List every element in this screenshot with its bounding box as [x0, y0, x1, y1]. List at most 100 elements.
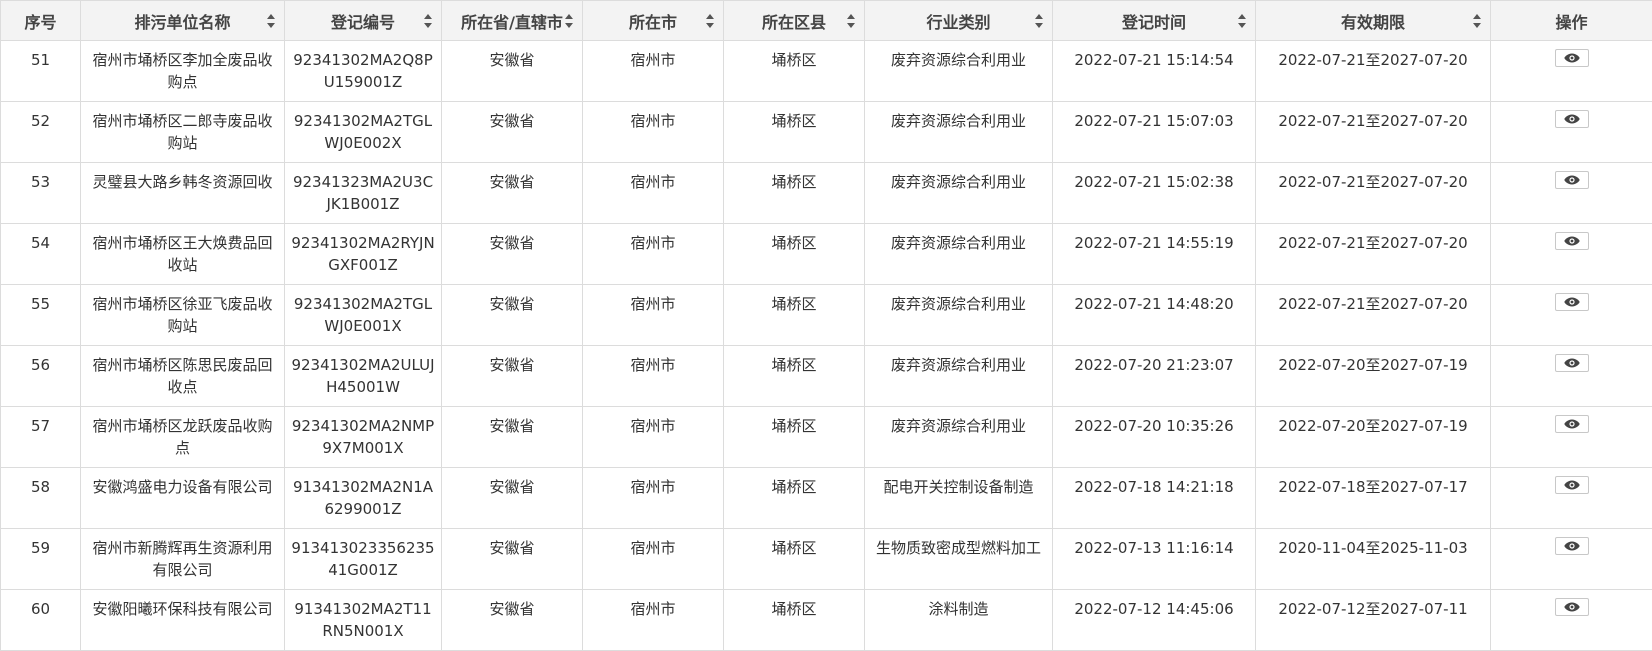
cell-reg_time: 2022-07-20 10:35:26 — [1053, 407, 1256, 468]
cell-name: 宿州市埇桥区王大焕费品回收站 — [81, 224, 285, 285]
cell-province: 安徽省 — [442, 346, 583, 407]
view-button[interactable] — [1555, 49, 1589, 67]
cell-city: 宿州市 — [583, 224, 724, 285]
table-row: 51宿州市埇桥区李加全废品收购点92341302MA2Q8PU159001Z安徽… — [1, 41, 1652, 102]
cell-city: 宿州市 — [583, 346, 724, 407]
column-header-province[interactable]: 所在省/直辖市 — [442, 1, 583, 41]
permit-table: 序号 排污单位名称 登记编号 所在省/直辖市 所在市 所在区县 行业类别 登记时间 有效期限 操作… — [0, 0, 1652, 651]
cell-seq: 59 — [1, 529, 81, 590]
cell-city: 宿州市 — [583, 407, 724, 468]
cell-valid: 2022-07-12至2027-07-11 — [1256, 590, 1491, 651]
table-row: 59宿州市新腾辉再生资源利用有限公司91341302335623541G001Z… — [1, 529, 1652, 590]
cell-city: 宿州市 — [583, 590, 724, 651]
cell-valid: 2022-07-21至2027-07-20 — [1256, 163, 1491, 224]
view-button[interactable] — [1555, 537, 1589, 555]
sort-icon[interactable] — [1473, 14, 1481, 28]
cell-valid: 2022-07-21至2027-07-20 — [1256, 285, 1491, 346]
cell-reg_no: 92341302MA2RYJNGXF001Z — [285, 224, 442, 285]
table-body: 51宿州市埇桥区李加全废品收购点92341302MA2Q8PU159001Z安徽… — [1, 41, 1652, 651]
column-header-label: 所在区县 — [762, 13, 826, 32]
cell-reg_no: 92341323MA2U3CJK1B001Z — [285, 163, 442, 224]
cell-reg_no: 92341302MA2NMP9X7M001X — [285, 407, 442, 468]
column-header-industry[interactable]: 行业类别 — [865, 1, 1053, 41]
view-button[interactable] — [1555, 598, 1589, 616]
cell-reg_time: 2022-07-18 14:21:18 — [1053, 468, 1256, 529]
column-header-label: 排污单位名称 — [134, 13, 230, 32]
cell-reg_no: 92341302MA2TGLWJ0E001X — [285, 285, 442, 346]
sort-icon[interactable] — [706, 14, 714, 28]
column-header-label: 登记编号 — [331, 13, 395, 32]
column-header-name[interactable]: 排污单位名称 — [81, 1, 285, 41]
cell-action — [1491, 285, 1652, 346]
cell-reg_no: 91341302MA2T11RN5N001X — [285, 590, 442, 651]
cell-name: 宿州市埇桥区李加全废品收购点 — [81, 41, 285, 102]
column-header-district[interactable]: 所在区县 — [724, 1, 865, 41]
cell-reg_time: 2022-07-13 11:16:14 — [1053, 529, 1256, 590]
column-header-reg_no[interactable]: 登记编号 — [285, 1, 442, 41]
sort-icon[interactable] — [847, 14, 855, 28]
view-button[interactable] — [1555, 171, 1589, 189]
column-header-label: 行业类别 — [926, 13, 990, 32]
column-header-label: 操作 — [1555, 13, 1587, 32]
cell-seq: 55 — [1, 285, 81, 346]
cell-seq: 53 — [1, 163, 81, 224]
sort-icon[interactable] — [1035, 14, 1043, 28]
table-row: 56宿州市埇桥区陈思民废品回收点92341302MA2ULUJH45001W安徽… — [1, 346, 1652, 407]
column-header-label: 序号 — [24, 13, 56, 32]
view-button[interactable] — [1555, 232, 1589, 250]
cell-city: 宿州市 — [583, 41, 724, 102]
cell-district: 埇桥区 — [724, 163, 865, 224]
cell-province: 安徽省 — [442, 529, 583, 590]
view-button[interactable] — [1555, 415, 1589, 433]
column-header-city[interactable]: 所在市 — [583, 1, 724, 41]
cell-reg_no: 91341302MA2N1A6299001Z — [285, 468, 442, 529]
cell-name: 宿州市新腾辉再生资源利用有限公司 — [81, 529, 285, 590]
sort-icon[interactable] — [565, 14, 573, 28]
view-button[interactable] — [1555, 354, 1589, 372]
view-button[interactable] — [1555, 293, 1589, 311]
cell-valid: 2022-07-21至2027-07-20 — [1256, 41, 1491, 102]
column-header-label: 所在省/直辖市 — [461, 13, 563, 32]
cell-action — [1491, 346, 1652, 407]
table-row: 57宿州市埇桥区龙跃废品收购点92341302MA2NMP9X7M001X安徽省… — [1, 407, 1652, 468]
cell-valid: 2020-11-04至2025-11-03 — [1256, 529, 1491, 590]
column-header-valid[interactable]: 有效期限 — [1256, 1, 1491, 41]
cell-name: 灵璧县大路乡韩冬资源回收 — [81, 163, 285, 224]
column-header-seq: 序号 — [1, 1, 81, 41]
table-header: 序号 排污单位名称 登记编号 所在省/直辖市 所在市 所在区县 行业类别 登记时间 有效期限 操作 — [1, 1, 1652, 41]
cell-reg_no: 91341302335623541G001Z — [285, 529, 442, 590]
sort-icon[interactable] — [267, 14, 275, 28]
cell-valid: 2022-07-20至2027-07-19 — [1256, 346, 1491, 407]
sort-icon[interactable] — [424, 14, 432, 28]
header-row: 序号 排污单位名称 登记编号 所在省/直辖市 所在市 所在区县 行业类别 登记时间 有效期限 操作 — [1, 1, 1652, 41]
cell-industry: 废弃资源综合利用业 — [865, 224, 1053, 285]
column-header-reg_time[interactable]: 登记时间 — [1053, 1, 1256, 41]
cell-valid: 2022-07-20至2027-07-19 — [1256, 407, 1491, 468]
table-row: 60安徽阳曦环保科技有限公司91341302MA2T11RN5N001X安徽省宿… — [1, 590, 1652, 651]
table-row: 55宿州市埇桥区徐亚飞废品收购站92341302MA2TGLWJ0E001X安徽… — [1, 285, 1652, 346]
cell-city: 宿州市 — [583, 529, 724, 590]
cell-name: 安徽阳曦环保科技有限公司 — [81, 590, 285, 651]
view-button[interactable] — [1555, 476, 1589, 494]
cell-seq: 56 — [1, 346, 81, 407]
table-row: 53灵璧县大路乡韩冬资源回收92341323MA2U3CJK1B001Z安徽省宿… — [1, 163, 1652, 224]
cell-reg_time: 2022-07-21 15:07:03 — [1053, 102, 1256, 163]
cell-reg_time: 2022-07-21 15:02:38 — [1053, 163, 1256, 224]
cell-action — [1491, 163, 1652, 224]
column-header-label: 有效期限 — [1341, 13, 1405, 32]
cell-district: 埇桥区 — [724, 346, 865, 407]
sort-icon[interactable] — [1238, 14, 1246, 28]
cell-name: 宿州市埇桥区徐亚飞废品收购站 — [81, 285, 285, 346]
cell-city: 宿州市 — [583, 285, 724, 346]
cell-province: 安徽省 — [442, 285, 583, 346]
cell-district: 埇桥区 — [724, 590, 865, 651]
view-button[interactable] — [1555, 110, 1589, 128]
cell-seq: 57 — [1, 407, 81, 468]
table-row: 58安徽鸿盛电力设备有限公司91341302MA2N1A6299001Z安徽省宿… — [1, 468, 1652, 529]
cell-name: 宿州市埇桥区龙跃废品收购点 — [81, 407, 285, 468]
cell-reg_no: 92341302MA2TGLWJ0E002X — [285, 102, 442, 163]
cell-reg_no: 92341302MA2Q8PU159001Z — [285, 41, 442, 102]
cell-name: 宿州市埇桥区二郎寺废品收购站 — [81, 102, 285, 163]
cell-action — [1491, 590, 1652, 651]
cell-industry: 废弃资源综合利用业 — [865, 102, 1053, 163]
